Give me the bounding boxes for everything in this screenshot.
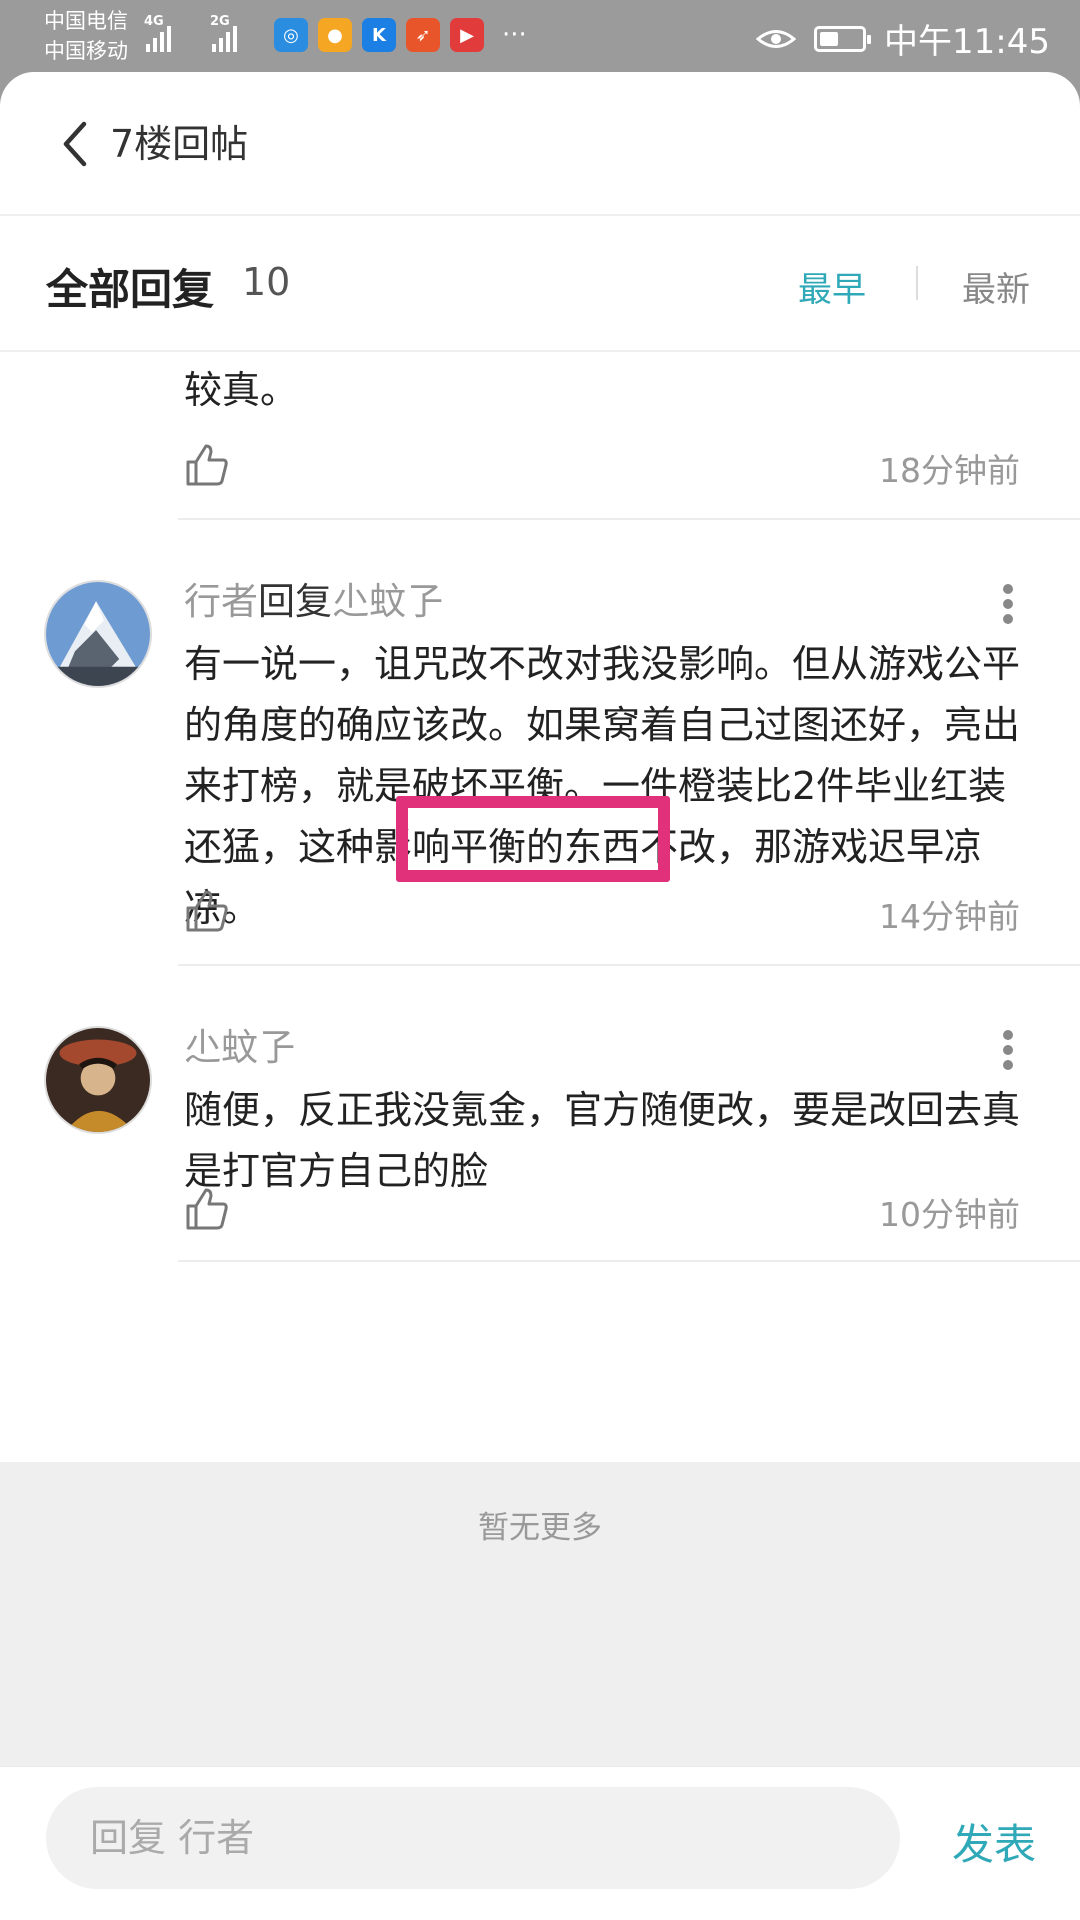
wallet-icon: ● <box>318 18 352 52</box>
more-options-icon[interactable] <box>1002 1026 1014 1076</box>
signal-bars-1-icon <box>146 22 171 52</box>
comment-text-highlight: 的确应该改 <box>298 703 489 747</box>
comment-time: 10分钟前 <box>879 1195 1020 1234</box>
divider <box>178 1260 1080 1262</box>
reply-input[interactable] <box>46 1787 900 1889</box>
no-more-text: 暂无更多 <box>478 1510 602 1546</box>
highlight-annotation-box <box>396 796 670 882</box>
send-button[interactable]: 发表 <box>952 1811 1036 1872</box>
reply-composer: 发表 <box>0 1766 1080 1920</box>
video-icon: ▶ <box>450 18 484 52</box>
eye-comfort-icon <box>756 29 797 48</box>
game-icon: ➶ <box>406 18 440 52</box>
sort-latest-tab[interactable]: 最新 <box>962 262 1030 311</box>
divider <box>178 518 1080 520</box>
reply-sheet: 7楼回帖 全部回复 10 最早 最新 较真。 18分钟前 行者回复尐蚊孒 有一说… <box>0 72 1080 1920</box>
carrier-info: 中国电信 中国移动 <box>44 6 128 66</box>
more-notifications: ··· <box>502 20 527 50</box>
back-arrow-icon[interactable] <box>56 118 96 170</box>
top-bar: 7楼回帖 <box>0 72 1080 216</box>
carrier-2: 中国移动 <box>44 39 128 63</box>
replies-title: 全部回复 <box>46 265 215 314</box>
like-icon[interactable] <box>184 442 230 488</box>
battery-icon <box>814 25 872 52</box>
like-icon[interactable] <box>184 888 230 934</box>
comment-text: 较真。 <box>184 368 299 412</box>
page-title: 7楼回帖 <box>110 122 249 166</box>
reply-to-name[interactable]: 尐蚊孒 <box>332 580 443 623</box>
sort-divider <box>916 266 918 300</box>
list-end-area: 暂无更多 <box>0 1462 1080 1766</box>
divider <box>178 964 1080 966</box>
comment-list[interactable]: 较真。 18分钟前 行者回复尐蚊孒 有一说一，诅咒改不改对我没影响。但从游戏公平… <box>0 350 1080 1462</box>
author-name[interactable]: 行者 <box>184 580 258 623</box>
comment-author-line: 行者回复尐蚊孒 <box>184 576 443 628</box>
warrior-avatar-image <box>46 1028 150 1132</box>
reply-word: 回复 <box>258 580 332 623</box>
avatar[interactable] <box>44 1026 152 1134</box>
kugou-icon: K <box>362 18 396 52</box>
replies-count: 10 <box>242 260 291 304</box>
carrier-1: 中国电信 <box>44 9 128 33</box>
comment-time: 18分钟前 <box>879 451 1020 490</box>
sort-earliest-tab[interactable]: 最早 <box>798 262 866 311</box>
more-options-icon[interactable] <box>1002 580 1014 630</box>
clock: 中午11:45 <box>884 22 1050 62</box>
mountain-avatar-image <box>46 582 150 686</box>
avatar[interactable] <box>44 580 152 688</box>
status-bar: 中国电信 中国移动 4G 2G ◎ ● K ➶ ▶ ··· 中午11:45 <box>0 0 1080 72</box>
comment-time: 14分钟前 <box>879 897 1020 936</box>
signal-bars-2-icon <box>212 22 237 52</box>
notification-app-icons: ◎ ● K ➶ ▶ ··· <box>274 18 527 52</box>
replies-header: 全部回复 10 最早 最新 <box>0 216 1080 352</box>
browser-icon: ◎ <box>274 18 308 52</box>
comment-text: 随便，反正我没氪金，官方随便改，要是改回去真是打官方自己的脸 <box>184 1088 1021 1193</box>
author-name[interactable]: 尐蚊孒 <box>184 1022 295 1074</box>
like-icon[interactable] <box>184 1186 230 1232</box>
